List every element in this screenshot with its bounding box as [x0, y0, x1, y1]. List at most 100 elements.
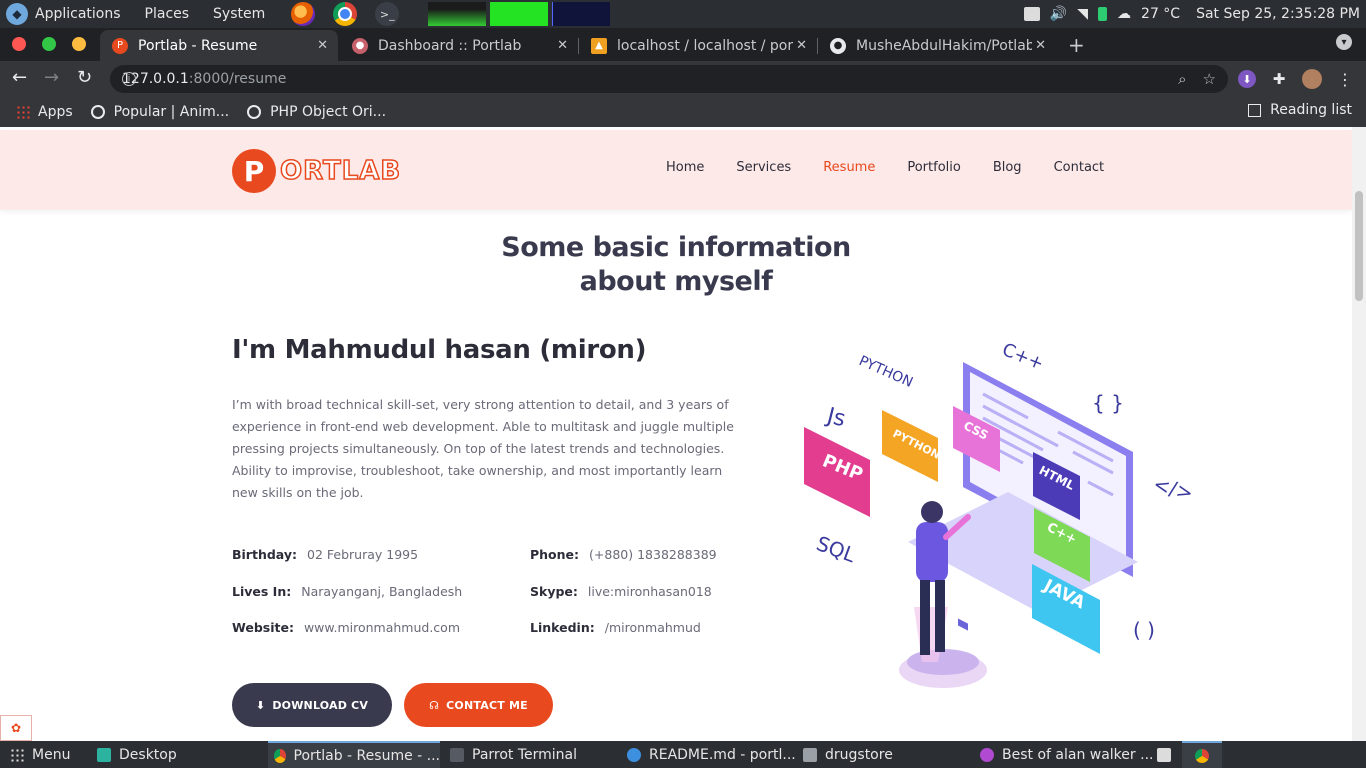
button-label: CONTACT ME: [446, 698, 528, 712]
bookmark-apps[interactable]: Apps: [16, 104, 73, 120]
nav-contact[interactable]: Contact: [1054, 160, 1105, 175]
tab-title: Portlab - Resume: [138, 37, 258, 54]
clock[interactable]: Sat Sep 25, 2:35:28 PM: [1196, 6, 1360, 22]
os-menu-system[interactable]: System: [213, 6, 265, 22]
tab-close-icon[interactable]: ✕: [557, 38, 568, 53]
chrome-launcher-icon[interactable]: [333, 2, 358, 26]
volume-icon[interactable]: 🔊: [1050, 6, 1067, 22]
taskbar-label: Parrot Terminal: [472, 746, 578, 763]
apps-grid-icon: [16, 105, 30, 119]
phpmyadmin-favicon-icon: ▲: [591, 37, 607, 54]
firefox-launcher-icon[interactable]: [291, 2, 316, 26]
taskbar-vscode-readme[interactable]: README.md - portl...: [627, 741, 796, 768]
nav-blog[interactable]: Blog: [993, 160, 1022, 175]
info-birthday: Birthday: 02 Februray 1995: [232, 547, 418, 562]
section-heading: Some basic information about myself: [0, 231, 1352, 299]
taskbar-drugstore-folder[interactable]: drugstore: [803, 741, 893, 768]
taskbar-label: Portlab - Resume - ...: [293, 747, 441, 764]
bookmark-popular-anim[interactable]: Popular | Anim...: [90, 104, 230, 120]
download-cv-button[interactable]: ⬇ DOWNLOAD CV: [232, 683, 392, 727]
weather-icon: ☁: [1117, 6, 1132, 22]
site-logo[interactable]: P ORTLAB: [232, 149, 401, 193]
pedestal-top: [907, 649, 979, 675]
bookmark-label: Popular | Anim...: [113, 104, 230, 120]
bookmark-label: PHP Object Ori...: [270, 104, 387, 120]
float-python-label: PYTHON: [856, 353, 915, 391]
reading-list-button[interactable]: Reading list: [1248, 102, 1352, 118]
nav-resume[interactable]: Resume: [823, 160, 875, 175]
reading-list-icon: [1248, 103, 1262, 117]
forward-button[interactable]: →: [44, 67, 59, 88]
taskbar-label: Best of alan walker ...: [1002, 746, 1154, 763]
info-skype: Skype: live:mironhasan018: [530, 584, 712, 599]
reload-button[interactable]: ↻: [77, 67, 92, 88]
window-maximize-button[interactable]: [42, 37, 56, 51]
tab-dashboard[interactable]: ● Dashboard :: Portlab ✕: [340, 30, 578, 61]
tab-github[interactable]: ● MusheAbdulHakim/Potlab ✕: [818, 30, 1056, 61]
info-label: Birthday:: [232, 547, 297, 562]
bookmark-php-object[interactable]: PHP Object Ori...: [247, 104, 386, 120]
tab-phpmyadmin[interactable]: ▲ localhost / localhost / portl ✕: [579, 30, 817, 61]
nav-services[interactable]: Services: [736, 160, 791, 175]
site-info-icon[interactable]: i: [122, 72, 136, 86]
desktop-icon: [97, 747, 111, 762]
tab-title: localhost / localhost / portl: [617, 37, 793, 54]
keyboard-icon[interactable]: [1023, 7, 1040, 21]
taskbar-media-alan-walker[interactable]: Best of alan walker ...: [980, 741, 1153, 768]
person-name: I'm Mahmudul hasan (miron): [232, 335, 647, 365]
battery-icon[interactable]: [1098, 7, 1108, 21]
laravel-debug-icon[interactable]: ✿: [0, 715, 32, 741]
extensions-puzzle-icon[interactable]: ✚: [1270, 70, 1288, 88]
chrome-icon: [274, 748, 286, 763]
logo-wordmark: ORTLAB: [279, 155, 402, 187]
tab-close-icon[interactable]: ✕: [1035, 38, 1046, 53]
address-bar[interactable]: i 127.0.0.1:8000/resume ⌕ ☆: [110, 65, 1228, 93]
os-menu-places[interactable]: Places: [145, 6, 190, 22]
taskbar-desktop[interactable]: Desktop: [97, 741, 177, 768]
taskbar-chrome-portlab[interactable]: Portlab - Resume - ...: [268, 741, 440, 768]
site-header: P ORTLAB Home Services Resume Portfolio …: [0, 130, 1352, 210]
taskbar-tray-chrome[interactable]: [1182, 741, 1222, 768]
github-favicon-icon: ●: [830, 37, 846, 54]
taskbar-parrot-terminal[interactable]: Parrot Terminal: [450, 741, 577, 768]
tab-portlab-resume[interactable]: P Portlab - Resume ✕: [100, 30, 338, 61]
info-value[interactable]: www.mironmahmud.com: [304, 620, 460, 635]
parrot-logo-icon[interactable]: ◆: [6, 3, 28, 25]
tab-search-icon[interactable]: ▾: [1336, 34, 1352, 50]
wifi-icon[interactable]: ◥: [1077, 6, 1088, 22]
window-close-button[interactable]: [12, 37, 26, 51]
new-tab-button[interactable]: +: [1068, 33, 1085, 57]
info-label: Phone:: [530, 547, 580, 562]
nav-portfolio[interactable]: Portfolio: [907, 160, 960, 175]
back-button[interactable]: ←: [12, 67, 27, 88]
url-path: :8000/resume: [188, 71, 287, 87]
scroll-thumb[interactable]: [1355, 191, 1363, 301]
info-value[interactable]: /mironmahmud: [605, 620, 701, 635]
os-top-panel: ◆ Applications Places System >_ 🔊 ◥ ☁ 27…: [0, 0, 1366, 28]
contact-me-button[interactable]: ☊ CONTACT ME: [404, 683, 553, 727]
info-value: (+880) 1838288389: [589, 547, 717, 562]
portlab-favicon-icon: P: [112, 37, 128, 54]
window-minimize-button[interactable]: [72, 37, 86, 51]
main-nav: Home Services Resume Portfolio Blog Cont…: [666, 160, 1104, 175]
tab-close-icon[interactable]: ✕: [317, 38, 328, 53]
bookmark-star-icon[interactable]: ☆: [1203, 70, 1216, 88]
page-scrollbar[interactable]: [1352, 127, 1366, 741]
taskbar-menu-button[interactable]: Menu: [10, 741, 70, 768]
zoom-icon[interactable]: ⌕: [1178, 70, 1186, 88]
network-monitor-graph: [552, 2, 610, 26]
tab-title: MusheAbdulHakim/Potlab: [856, 37, 1032, 54]
tab-title: Dashboard :: Portlab: [378, 37, 522, 54]
chrome-menu-icon[interactable]: ⋮: [1336, 70, 1354, 89]
reading-list-label: Reading list: [1270, 102, 1352, 118]
terminal-launcher-icon[interactable]: >_: [375, 2, 400, 26]
tab-close-icon[interactable]: ✕: [796, 38, 807, 53]
os-menu-applications[interactable]: Applications: [35, 6, 121, 22]
tile-python: PYTHON: [882, 410, 942, 482]
profile-avatar[interactable]: [1302, 69, 1322, 89]
download-extension-icon[interactable]: ⬇: [1238, 70, 1256, 88]
taskbar-tray-keyboard[interactable]: [1157, 741, 1179, 768]
temperature-label[interactable]: 27 °C: [1141, 6, 1180, 22]
programmer-illustration: PHP PYTHON CSS HTML C++ JAVA PYTHON C++ …: [804, 339, 1196, 688]
nav-home[interactable]: Home: [666, 160, 704, 175]
